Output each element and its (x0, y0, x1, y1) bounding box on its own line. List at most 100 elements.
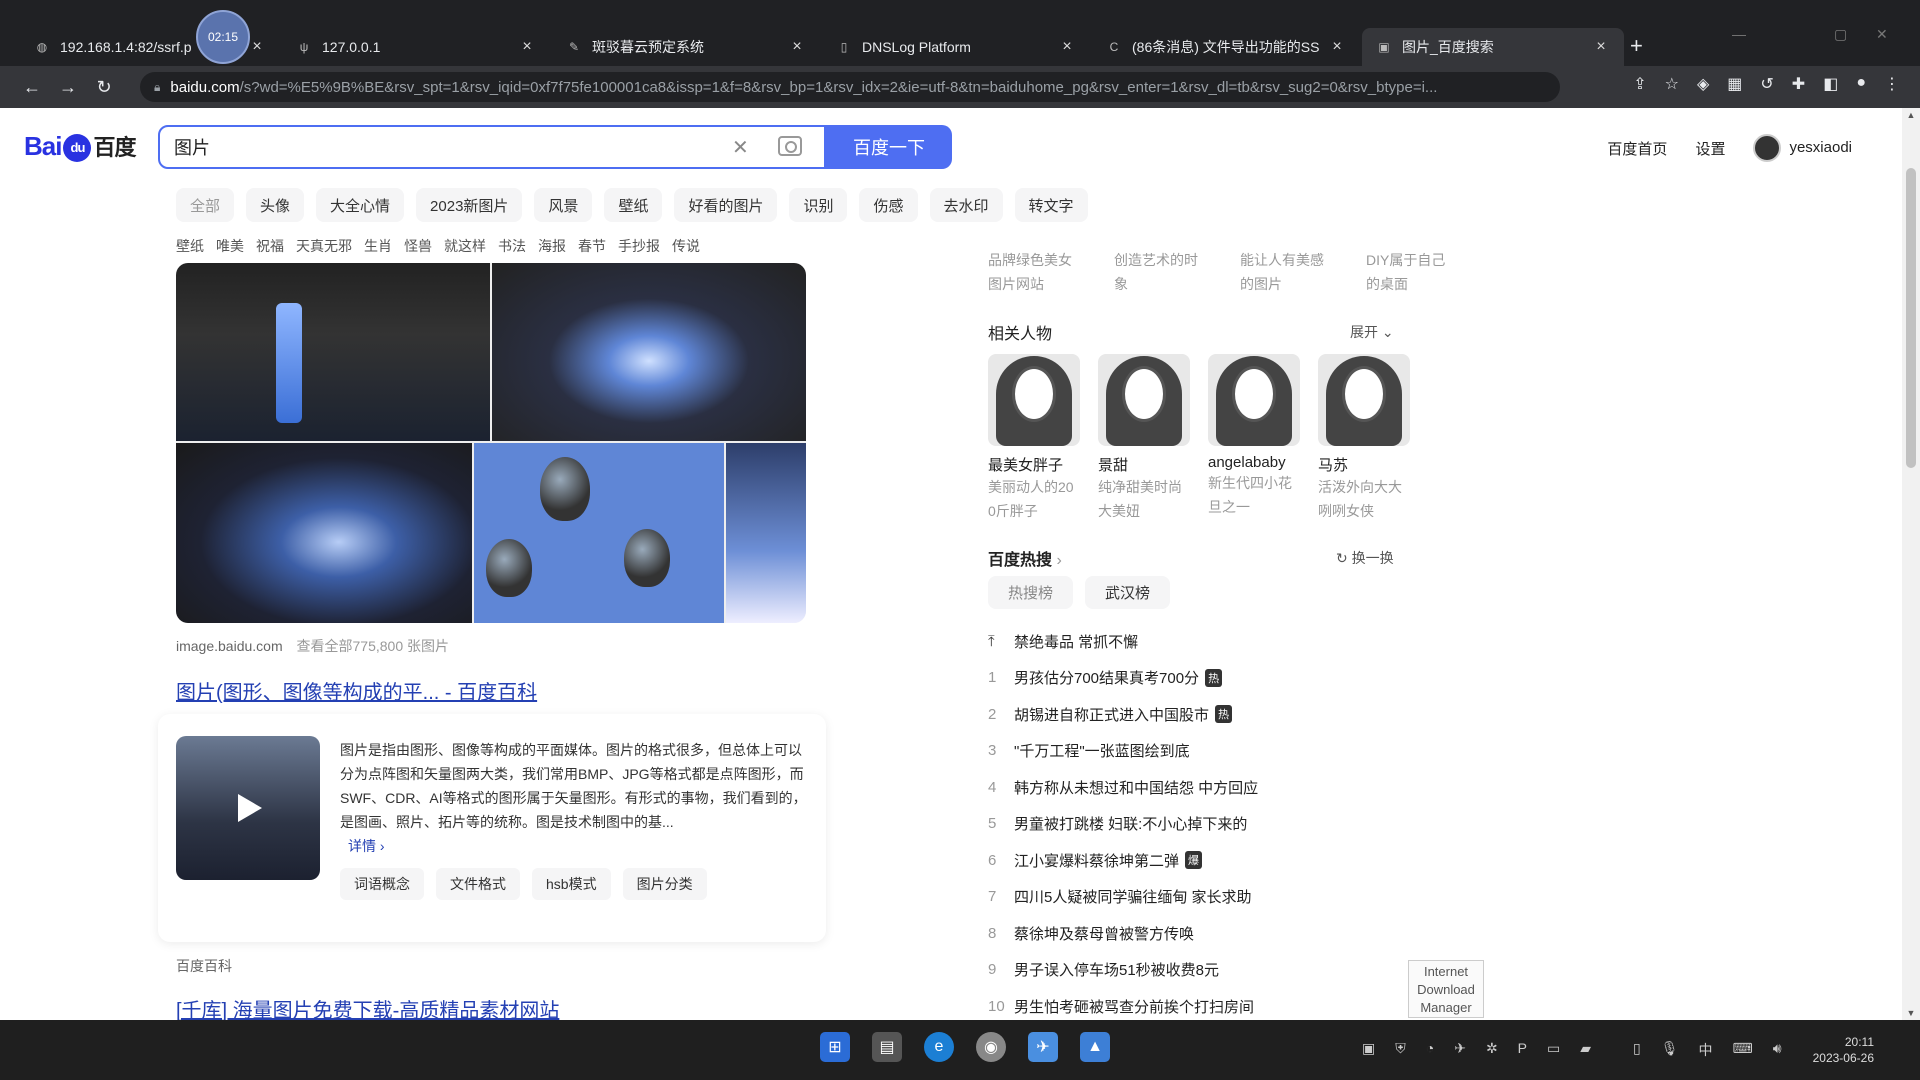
clear-icon[interactable]: ✕ (732, 135, 749, 160)
filter-all[interactable]: 全部 (176, 188, 235, 222)
settings-gear-icon[interactable]: ✲ (1486, 1040, 1498, 1060)
search-button[interactable]: 百度一下 (826, 125, 952, 169)
settings-link[interactable]: 设置 (1695, 138, 1725, 159)
tab-wuhan-list[interactable]: 武汉榜 (1085, 576, 1171, 609)
tab-close-icon[interactable]: × (1328, 38, 1346, 56)
baike-tag[interactable]: 文件格式 (436, 868, 520, 900)
tab-close-icon[interactable]: × (1058, 38, 1076, 56)
browser-tab-csdn[interactable]: C (86条消息) 文件导出功能的SS × (1092, 28, 1360, 66)
browser-tab-localhost[interactable]: ψ 127.0.0.1 × (282, 28, 550, 66)
hot-item[interactable]: 1 男孩估分700结果真考700分热 (988, 660, 1258, 697)
back-arrow-icon[interactable]: ← (14, 77, 50, 98)
close-window-icon[interactable]: ✕ (1876, 26, 1888, 43)
bookmark-star-icon[interactable]: ☆ (1665, 74, 1679, 94)
sidebar-icon[interactable]: ◧ (1823, 74, 1838, 94)
forward-arrow-icon[interactable]: → (50, 77, 86, 98)
reload-icon[interactable]: ↻ (86, 77, 122, 98)
edge-browser-icon[interactable]: e (924, 1032, 954, 1062)
extension-b-icon[interactable]: ▦ (1727, 74, 1742, 94)
display-icon[interactable]: ▭ (1547, 1040, 1560, 1060)
tray-app-icon[interactable]: ▰ (1580, 1040, 1591, 1060)
sublink[interactable]: 怪兽 (404, 236, 432, 256)
filter-mood[interactable]: 大全心情 (316, 188, 405, 222)
photos-icon[interactable]: ▲ (1080, 1032, 1110, 1062)
network-icon[interactable]: ◔ (1426, 1040, 1434, 1060)
hot-item[interactable]: 8 蔡徐坤及蔡母曾被警方传唤 (988, 915, 1258, 952)
extension-a-icon[interactable]: ◈ (1697, 74, 1709, 94)
hot-item[interactable]: 3 "千万工程"一张蓝图绘到底 (988, 733, 1258, 770)
tab-close-icon[interactable]: × (788, 38, 806, 56)
hot-item-pinned[interactable]: ⤒ 禁绝毒品 常抓不懈 (988, 623, 1258, 660)
details-link[interactable]: 详情 › (348, 838, 385, 854)
address-bar[interactable]: 🔒︎ baidu.com /s?wd=%E5%9B%BE&rsv_spt=1&r… (140, 72, 1560, 102)
user-menu[interactable]: yesxiaodi (1753, 134, 1852, 162)
caption-col[interactable]: DIY属于自己 的桌面 (1366, 248, 1458, 296)
baike-tag[interactable]: 图片分类 (622, 868, 707, 900)
scroll-up-icon[interactable]: ▲ (1902, 110, 1920, 120)
expand-button[interactable]: 展开 ⌄ (1350, 322, 1394, 342)
tray-p-icon[interactable]: P (1518, 1040, 1527, 1060)
sublink[interactable]: 春节 (578, 236, 606, 256)
image-source[interactable]: image.baidu.com (176, 638, 283, 654)
filter-to-text[interactable]: 转文字 (1014, 188, 1088, 222)
caption-col[interactable]: 品牌绿色美女 图片网站 (988, 248, 1080, 296)
balloons-image[interactable] (474, 443, 724, 623)
file-explorer-icon[interactable]: ▤ (872, 1032, 902, 1062)
filter-scenery[interactable]: 风景 (534, 188, 593, 222)
extensions-puzzle-icon[interactable]: ✚ (1792, 74, 1805, 94)
hot-item[interactable]: 9 男子误入停车场51秒被收费8元 (988, 952, 1258, 989)
phone-icon[interactable]: ▯ (1633, 1040, 1641, 1060)
profile-icon[interactable]: ● (1856, 74, 1866, 94)
baike-source[interactable]: 百度百科 (176, 956, 232, 976)
tab-close-icon[interactable]: × (1592, 38, 1610, 56)
qianku-result-title[interactable]: [千库] 海量图片免费下载-高质精品素材网站 (176, 994, 559, 1020)
night-sky-image[interactable] (176, 443, 472, 623)
lake-image[interactable] (492, 263, 806, 441)
app-icon[interactable]: ✈ (1028, 1032, 1058, 1062)
page-scrollbar[interactable]: ▲ ▼ (1902, 108, 1920, 1020)
sublink[interactable]: 传说 (672, 236, 700, 256)
microphone-icon[interactable]: 🎙︎ (1661, 1040, 1679, 1060)
sublink[interactable]: 海报 (538, 236, 566, 256)
filter-watermark[interactable]: 去水印 (929, 188, 1003, 222)
person-card[interactable]: angelababy 新生代四小花 旦之一 (1208, 354, 1300, 523)
start-windows-icon[interactable]: ⊞ (820, 1032, 850, 1062)
extension-c-icon[interactable]: ↺ (1760, 74, 1773, 94)
ime-indicator[interactable]: 中 (1699, 1040, 1713, 1060)
hot-item[interactable]: 5 男童被打跳楼 妇联:不小心掉下来的 (988, 806, 1258, 843)
scroll-down-icon[interactable]: ▼ (1902, 1008, 1920, 1018)
baike-result-title[interactable]: 图片(图形、图像等构成的平... - 百度百科 (176, 676, 537, 705)
search-input[interactable] (174, 135, 674, 159)
hot-item[interactable]: 4 韩方称从未想过和中国结怨 中方回应 (988, 769, 1258, 806)
browser-tab-dnslog[interactable]: ▯ DNSLog Platform × (822, 28, 1090, 66)
idm-popup[interactable]: Internet Download Manager (1408, 960, 1484, 1018)
tab-hot-list[interactable]: 热搜榜 (988, 576, 1074, 609)
sublink[interactable]: 生肖 (364, 236, 392, 256)
browser-tab-baidu-images[interactable]: ▣ 图片_百度搜索 × (1362, 28, 1624, 66)
waterfall-image[interactable] (176, 263, 490, 441)
filter-identify[interactable]: 识别 (789, 188, 848, 222)
filter-nice[interactable]: 好看的图片 (674, 188, 778, 222)
baidu-home-link[interactable]: 百度首页 (1607, 138, 1667, 159)
taskbar-clock[interactable]: 20:11 2023-06-26 (1810, 1034, 1874, 1066)
sublink[interactable]: 天真无邪 (296, 236, 352, 256)
browser-tab-booking[interactable]: ✎ 斑驳暮云预定系统 × (552, 28, 820, 66)
share-icon[interactable]: ⇪ (1633, 74, 1646, 94)
sublink[interactable]: 就这样 (444, 236, 486, 256)
filter-wallpaper[interactable]: 壁纸 (604, 188, 663, 222)
new-tab-button[interactable]: + (1630, 33, 1643, 59)
monitor-icon[interactable]: ⌨ (1733, 1040, 1753, 1060)
tab-close-icon[interactable]: × (518, 38, 536, 56)
camera-icon[interactable] (778, 136, 802, 156)
person-card[interactable]: 景甜 纯净甜美时尚 大美妞 (1098, 354, 1190, 523)
hot-item[interactable]: 6 江小宴爆料蔡徐坤第二弹爆 (988, 842, 1258, 879)
sublink[interactable]: 唯美 (216, 236, 244, 256)
sublink[interactable]: 书法 (498, 236, 526, 256)
volume-icon[interactable]: 🔊︎ (1773, 1040, 1782, 1060)
chrome-browser-icon[interactable]: ◉ (976, 1032, 1006, 1062)
filter-avatar[interactable]: 头像 (246, 188, 305, 222)
hot-item[interactable]: 10 男生怕考砸被骂查分前挨个打扫房间 (988, 988, 1258, 1020)
maximize-icon[interactable]: ▢ (1834, 26, 1847, 43)
person-card[interactable]: 最美女胖子 美丽动人的20 0斤胖子 (988, 354, 1080, 523)
hot-search-title[interactable]: 百度热搜 › (988, 546, 1062, 570)
